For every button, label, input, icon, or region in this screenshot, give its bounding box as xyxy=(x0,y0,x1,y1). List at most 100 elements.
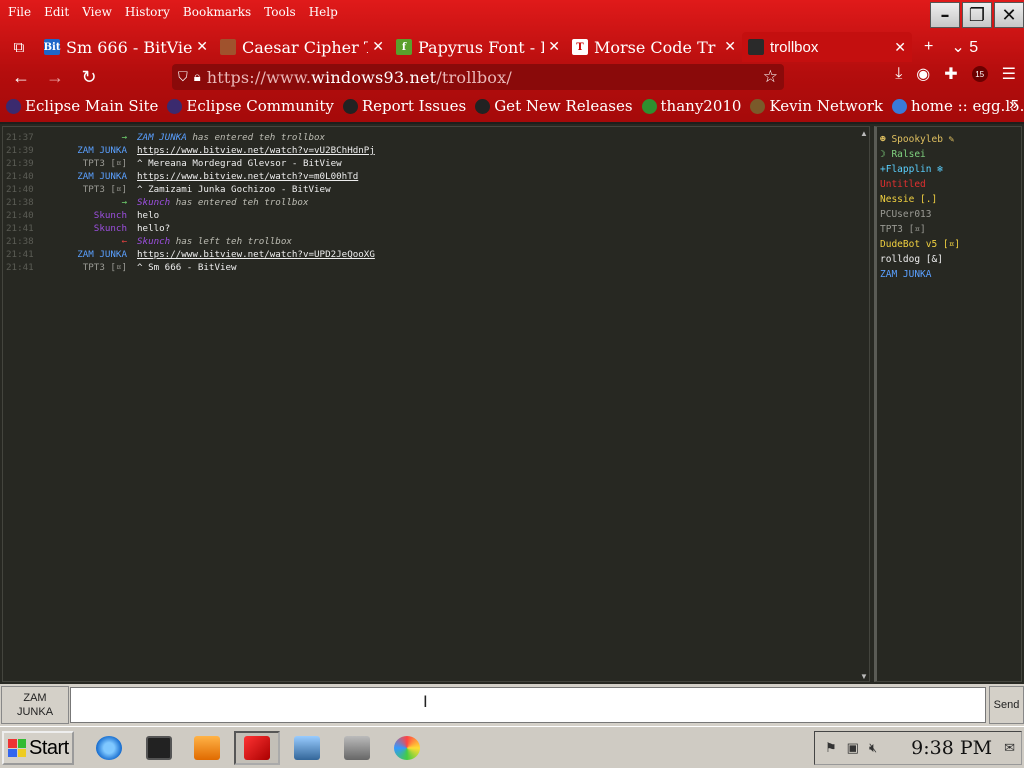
message-author[interactable]: ZAM JUNKA xyxy=(47,144,127,157)
scroll-down-icon[interactable]: ▼ xyxy=(859,672,869,681)
message-author[interactable]: ZAM JUNKA xyxy=(47,248,127,261)
lock-icon[interactable]: 🔒︎ xyxy=(194,69,201,85)
bookmark-item[interactable]: Eclipse Main Site xyxy=(6,97,158,115)
tab-1[interactable]: Caesar Cipher T ✕ xyxy=(214,32,390,62)
tab-overflow[interactable]: ⌄ 5 xyxy=(951,37,978,57)
user-list-item[interactable]: Untitled xyxy=(877,177,1021,192)
network-icon[interactable]: ▣ xyxy=(847,740,859,756)
media-player-icon[interactable] xyxy=(184,731,230,765)
back-icon[interactable]: ← xyxy=(4,63,38,91)
tab-0[interactable]: Bit Sm 666 - BitVie ✕ xyxy=(38,32,214,62)
user-list-item[interactable]: Nessie [.] xyxy=(877,192,1021,207)
menu-history[interactable]: History xyxy=(125,5,170,19)
tab-count: 5 xyxy=(969,39,979,56)
volume-muted-icon[interactable]: 🔇︎ xyxy=(869,740,877,756)
menu-icon[interactable]: ☰ xyxy=(1002,64,1016,84)
bookmark-item[interactable]: Eclipse Community xyxy=(167,97,334,115)
chat-input[interactable] xyxy=(70,687,986,723)
download-icon[interactable]: ⤓ xyxy=(895,65,902,83)
bookmark-item[interactable]: home :: egg.l5.ca xyxy=(892,97,1024,115)
chat-log[interactable]: 21:37 → ZAM JUNKA has entered teh trollbox… xyxy=(2,126,870,682)
message-link[interactable]: https://www.bitview.net/watch?v=m0L00hTd xyxy=(137,170,358,183)
tab-close-icon[interactable]: ✕ xyxy=(548,39,560,55)
user-list-item[interactable]: ☽ Ralsei xyxy=(877,147,1021,162)
flag-icon[interactable]: ⚑ xyxy=(825,740,837,756)
tab-strip: Bit Sm 666 - BitVie ✕ Caesar Cipher T ✕ f Papy… xyxy=(38,32,912,62)
message-text: ^ Zamizami Junka Gochizoo - BitView xyxy=(137,184,331,195)
chat-scrollbar[interactable]: ▲ ▼ xyxy=(859,127,869,681)
ublock-icon[interactable]: 15 xyxy=(971,66,988,82)
account-icon[interactable]: ◉ xyxy=(916,64,930,84)
extensions-icon[interactable]: ✚ xyxy=(944,64,957,84)
tab-2[interactable]: f Papyrus Font - D ✕ xyxy=(390,32,566,62)
my-computer-icon[interactable] xyxy=(284,731,330,765)
shield-icon[interactable]: ⛉ xyxy=(178,69,188,85)
user-list-item[interactable]: ☻ Spookyleb ✎ xyxy=(877,132,1021,147)
bookmark-star-icon[interactable]: ☆ xyxy=(763,67,778,87)
tab-close-icon[interactable]: ✕ xyxy=(724,39,736,55)
message-row: 21:39 ZAM JUNKA https://www.bitview.net/wa… xyxy=(3,144,869,157)
restore-button[interactable]: ❐ xyxy=(962,2,992,28)
start-button[interactable]: Start xyxy=(2,731,74,765)
message-author[interactable]: → xyxy=(47,131,127,144)
message-author[interactable]: ← xyxy=(47,235,127,248)
message-list: 21:37 → ZAM JUNKA has entered teh trollbox… xyxy=(3,127,869,274)
tab-favicon-icon: Bit xyxy=(44,39,60,55)
menu-file[interactable]: File xyxy=(8,5,31,19)
bookmark-item[interactable]: Kevin Network xyxy=(750,97,883,115)
scroll-up-icon[interactable]: ▲ xyxy=(859,129,869,138)
forward-icon[interactable]: → xyxy=(38,63,72,91)
notification-icon[interactable]: ✉ xyxy=(1004,740,1015,756)
bookmark-item[interactable]: Report Issues xyxy=(342,97,466,115)
close-button[interactable]: ✕ xyxy=(994,2,1024,28)
message-time: 21:40 xyxy=(6,184,34,195)
menu-edit[interactable]: Edit xyxy=(44,5,69,19)
browser-chrome: File Edit View History Bookmarks Tools Help – … xyxy=(0,0,1024,122)
message-author[interactable]: TPT3 [¤] xyxy=(47,261,127,274)
ie-icon[interactable] xyxy=(86,731,132,765)
tab-4[interactable]: trollbox ✕ xyxy=(742,32,912,62)
nickname-button[interactable]: ZAM JUNKA xyxy=(1,686,69,724)
trollbox-taskbar-icon[interactable] xyxy=(234,731,280,765)
menu-bookmarks[interactable]: Bookmarks xyxy=(183,5,251,19)
url-bar[interactable]: ⛉ 🔒︎ https://www.windows93.net/trollbox/… xyxy=(172,64,784,90)
bookmark-item[interactable]: thany2010 xyxy=(641,97,741,115)
menu-help[interactable]: Help xyxy=(309,5,338,19)
user-list-item[interactable]: PCUser013 xyxy=(877,207,1021,222)
user-list-item[interactable]: DudeBot v5 [¤] xyxy=(877,237,1021,252)
user-list-item[interactable]: +Flapplin ❄ xyxy=(877,162,1021,177)
tab-close-icon[interactable]: ✕ xyxy=(196,39,208,55)
paint-icon[interactable] xyxy=(384,731,430,765)
bookmark-favicon-icon xyxy=(167,98,183,114)
settings-icon[interactable] xyxy=(334,731,380,765)
user-list-item[interactable]: ZAM JUNKA xyxy=(877,267,1021,282)
message-author[interactable]: ZAM JUNKA xyxy=(47,170,127,183)
minimize-button[interactable]: – xyxy=(930,2,960,28)
new-tab-icon[interactable]: + xyxy=(924,38,933,56)
bookmark-item[interactable]: Get New Releases xyxy=(475,97,633,115)
message-row: 21:41 TPT3 [¤] ^ Sm 666 - BitView xyxy=(3,261,869,274)
bookmarks-overflow-icon[interactable]: » xyxy=(1009,96,1018,114)
menu-tools[interactable]: Tools xyxy=(264,5,296,19)
user-list-item[interactable]: rolldog [&] xyxy=(877,252,1021,267)
message-text: ^ Mereana Mordegrad Glevsor - BitView xyxy=(137,158,342,169)
reload-icon[interactable]: ↻ xyxy=(72,63,106,91)
message-link[interactable]: https://www.bitview.net/watch?v=UPD2JeQo… xyxy=(137,248,375,261)
message-author[interactable]: Skunch xyxy=(47,209,127,222)
tab-close-icon[interactable]: ✕ xyxy=(372,39,384,55)
user-list-item[interactable]: TPT3 [¤] xyxy=(877,222,1021,237)
menu-view[interactable]: View xyxy=(82,5,112,19)
message-author[interactable]: Skunch xyxy=(47,222,127,235)
tab-close-icon[interactable]: ✕ xyxy=(894,39,906,56)
message-row: 21:38 ← Skunch has left teh trollbox xyxy=(3,235,869,248)
tab-3[interactable]: T Morse Code Tr ✕ xyxy=(566,32,742,62)
menu-bar: File Edit View History Bookmarks Tools Help xyxy=(0,0,920,24)
tab-list-icon[interactable]: ⧉ xyxy=(0,32,38,62)
tab-extra: + ⌄ 5 xyxy=(924,37,978,57)
send-button[interactable]: Send xyxy=(989,686,1024,724)
message-author[interactable]: → xyxy=(47,196,127,209)
message-author[interactable]: TPT3 [¤] xyxy=(47,157,127,170)
message-link[interactable]: https://www.bitview.net/watch?v=vU2BChHd… xyxy=(137,144,375,157)
message-author[interactable]: TPT3 [¤] xyxy=(47,183,127,196)
terminal-icon[interactable] xyxy=(136,731,182,765)
